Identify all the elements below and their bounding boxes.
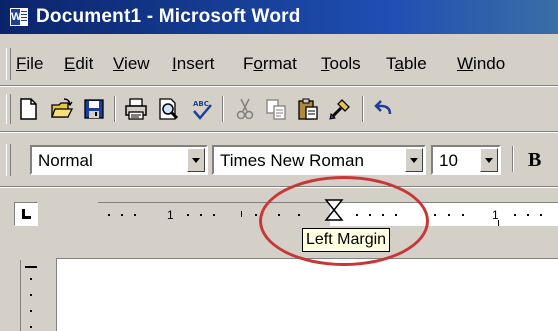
menu-tools[interactable]: Tools — [321, 53, 361, 75]
toolbar-separator-line — [0, 131, 558, 133]
copy-icon[interactable] — [264, 97, 288, 121]
window-title: Document1 - Microsoft Word — [36, 6, 301, 27]
toolbar-separator — [362, 96, 364, 122]
menu-file[interactable]: File — [16, 53, 43, 75]
menu-view[interactable]: View — [113, 53, 150, 75]
menu-edit[interactable]: Edit — [64, 53, 93, 75]
style-value: Normal — [38, 151, 93, 170]
font-dropdown[interactable]: Times New Roman — [212, 145, 426, 175]
font-size-dropdown[interactable]: 10 — [431, 145, 501, 175]
menubar-grip[interactable] — [6, 48, 11, 80]
print-icon[interactable] — [124, 97, 148, 121]
formatting-separator-line — [0, 186, 558, 188]
style-dropdown[interactable]: Normal — [30, 145, 208, 175]
tab-selector-icon[interactable] — [14, 202, 38, 226]
menu-window[interactable]: Windo — [457, 53, 505, 75]
save-icon[interactable] — [82, 97, 106, 121]
toolbar-separator — [512, 146, 514, 172]
open-folder-icon[interactable] — [50, 97, 74, 121]
menu-table[interactable]: Table — [386, 53, 427, 75]
cut-icon[interactable] — [233, 97, 257, 121]
menu-insert[interactable]: Insert — [172, 53, 215, 75]
new-document-icon[interactable] — [16, 97, 40, 121]
chevron-down-icon[interactable] — [405, 148, 423, 172]
font-value: Times New Roman — [220, 151, 364, 170]
menu-format[interactable]: Format — [243, 53, 297, 75]
bold-button[interactable]: B — [528, 149, 541, 171]
svg-text:ABC: ABC — [193, 100, 209, 108]
toolbar-separator — [114, 96, 116, 122]
undo-icon[interactable] — [372, 97, 396, 121]
formatting-grip[interactable] — [6, 144, 11, 176]
toolbar-grip[interactable] — [6, 94, 11, 124]
highlight-ellipse — [259, 176, 429, 266]
spelling-icon[interactable]: ABC — [190, 97, 214, 121]
format-painter-icon[interactable] — [328, 97, 352, 121]
chevron-down-icon[interactable] — [480, 148, 498, 172]
word-app-icon[interactable]: W — [9, 7, 29, 27]
document-page[interactable] — [56, 258, 558, 331]
chevron-down-icon[interactable] — [187, 148, 205, 172]
ruler-number: 1 — [167, 208, 174, 222]
print-preview-icon[interactable] — [157, 97, 181, 121]
vertical-ruler[interactable] — [20, 260, 42, 331]
font-size-value: 10 — [439, 151, 458, 170]
title-bar: W Document1 - Microsoft Word — [0, 0, 558, 34]
menu-bar: File Edit View Insert Format Tools Table… — [0, 44, 558, 84]
menubar-separator — [0, 85, 558, 87]
formatting-toolbar: Normal Times New Roman 10 B — [0, 136, 558, 184]
standard-toolbar: ABC — [0, 88, 558, 130]
paste-icon[interactable] — [296, 97, 320, 121]
toolbar-separator — [222, 96, 224, 122]
